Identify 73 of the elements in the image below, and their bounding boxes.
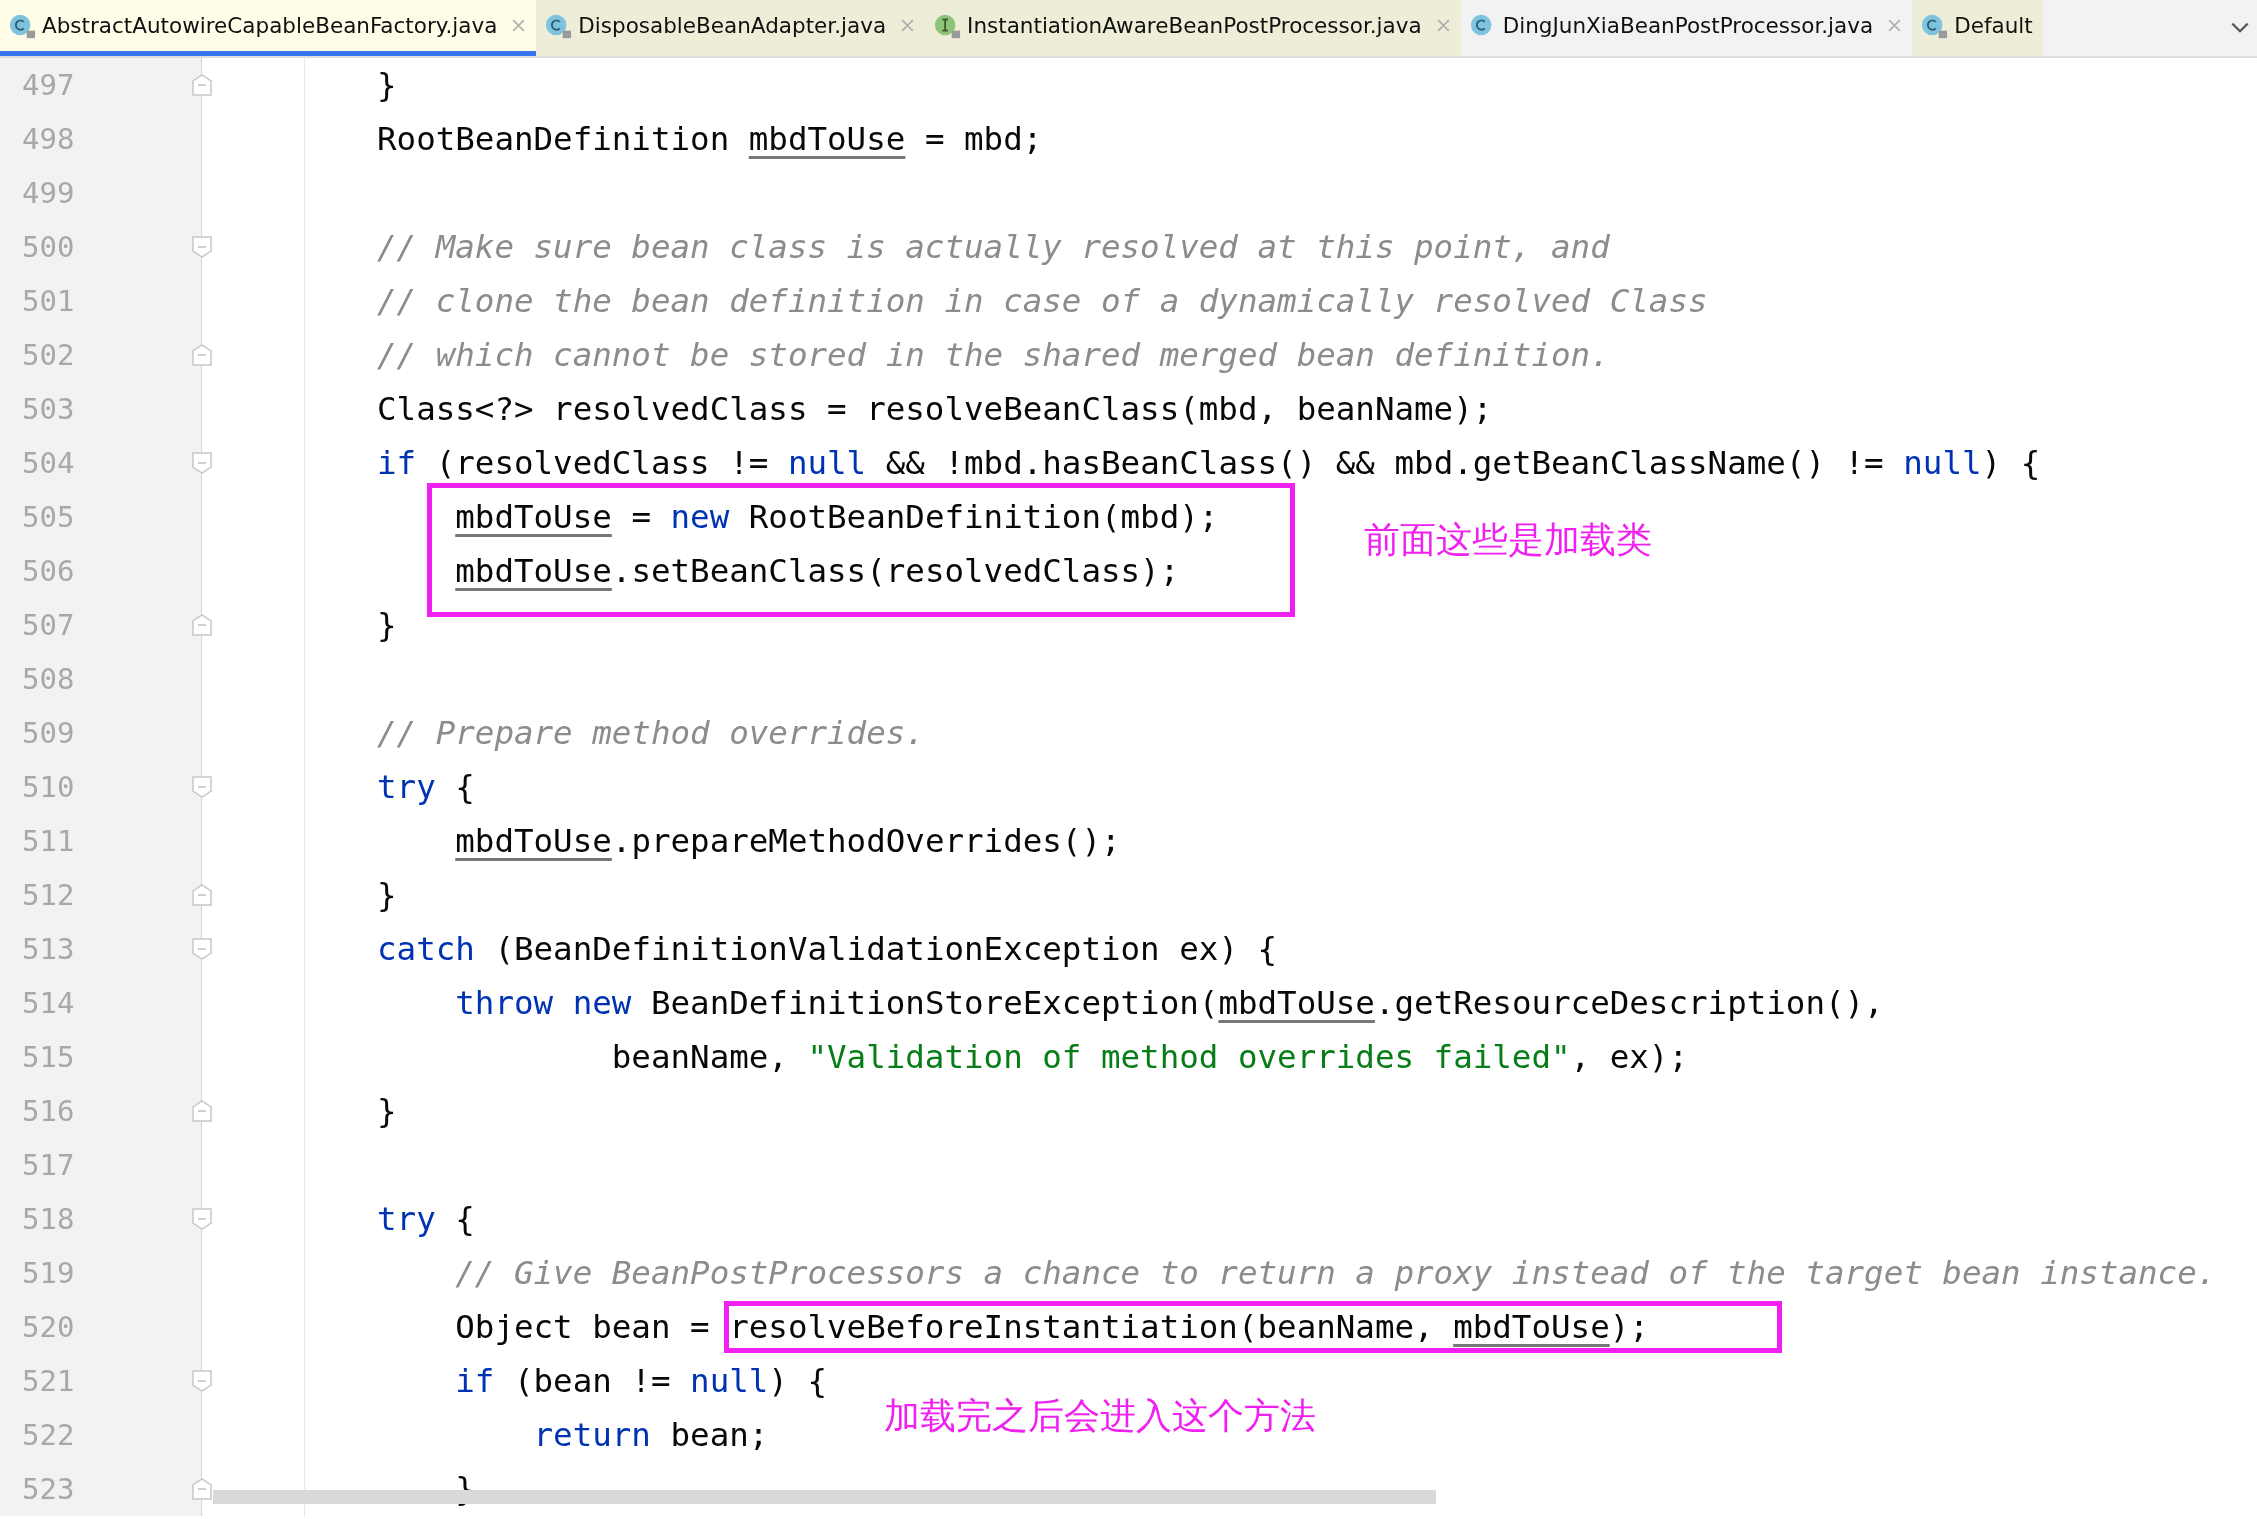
line-number: 510	[21, 770, 75, 804]
close-icon[interactable]	[1435, 18, 1451, 33]
close-icon[interactable]	[900, 18, 916, 33]
editor-tab[interactable]: AbstractAutowireCapableBeanFactory.java	[0, 0, 537, 56]
line-number: 523	[21, 1472, 75, 1506]
line-number: 499	[21, 176, 75, 210]
code-line: mbdToUse = new RootBeanDefinition(mbd);	[455, 498, 1219, 536]
fold-icon[interactable]	[191, 613, 213, 637]
line-number: 506	[21, 554, 75, 588]
code-line: return bean;	[533, 1416, 769, 1454]
fold-icon[interactable]	[191, 1099, 213, 1123]
code-line: Class<?> resolvedClass = resolveBeanClass(mbd, beanName);	[377, 390, 1493, 428]
fold-icon[interactable]	[191, 1207, 213, 1231]
line-number: 517	[21, 1148, 75, 1182]
line-number: 512	[21, 878, 75, 912]
code-line: try {	[377, 768, 475, 806]
line-number: 511	[21, 824, 75, 858]
line-number: 518	[21, 1202, 75, 1236]
line-number: 509	[21, 716, 75, 750]
fold-icon[interactable]	[191, 775, 213, 799]
code-line: throw new BeanDefinitionStoreException(mbdToUse.getResourceDescription(),	[455, 984, 1884, 1022]
line-number: 519	[21, 1256, 75, 1290]
line-number: 513	[21, 932, 75, 966]
line-number: 504	[21, 446, 75, 480]
line-number: 516	[21, 1094, 75, 1128]
close-icon[interactable]	[1887, 18, 1903, 33]
fold-icon[interactable]	[191, 235, 213, 259]
line-number: 520	[21, 1310, 75, 1344]
code-line: }	[377, 66, 397, 104]
fold-icon[interactable]	[191, 73, 213, 97]
line-number: 497	[21, 68, 75, 102]
editor-tab[interactable]: Default	[1912, 0, 2043, 56]
line-number: 502	[21, 338, 75, 372]
editor-tab[interactable]: DisposableBeanAdapter.java	[536, 0, 926, 56]
line-number: 498	[21, 122, 75, 156]
line-number: 507	[21, 608, 75, 642]
line-number: 515	[21, 1040, 75, 1074]
code-line: mbdToUse.setBeanClass(resolvedClass);	[455, 552, 1180, 590]
line-number: 501	[21, 284, 75, 318]
line-number: 505	[21, 500, 75, 534]
code-line: }	[377, 876, 397, 914]
code-line: mbdToUse.prepareMethodOverrides();	[455, 822, 1121, 860]
fold-icon[interactable]	[191, 1369, 213, 1393]
highlighted-code: resolveBeforeInstantiation(beanName, mbdToUse);	[724, 1301, 1782, 1353]
line-number: 503	[21, 392, 75, 426]
line-number: 521	[21, 1364, 75, 1398]
code-line: if (resolvedClass != null && !mbd.hasBeanClass() && mbd.getBeanClassName() != null) {	[377, 444, 2041, 482]
code-line: RootBeanDefinition mbdToUse = mbd;	[377, 120, 1043, 158]
annotation-note: 前面这些是加载类	[1364, 518, 1652, 562]
editor-tab[interactable]: InstantiationAwareBeanPostProcessor.java	[925, 0, 1461, 56]
fold-icon[interactable]	[191, 451, 213, 475]
code-line: // which cannot be stored in the shared merged bean definition.	[377, 336, 1610, 374]
annotation-note: 加载完之后会进入这个方法	[884, 1394, 1316, 1438]
code-line: beanName, "Validation of method overrides failed", ex);	[611, 1038, 1688, 1076]
code-line: // Make sure bean class is actually resolved at this point, and	[377, 228, 1610, 266]
code-line: // Prepare method overrides.	[377, 714, 925, 752]
code-line: // clone the bean definition in case of a dynamically resolved Class	[377, 282, 1708, 320]
line-number: 522	[21, 1418, 75, 1452]
code-line: catch (BeanDefinitionValidationException ex) {	[377, 930, 1278, 968]
line-number: 514	[21, 986, 75, 1020]
close-icon[interactable]	[511, 18, 527, 33]
line-number: 500	[21, 230, 75, 264]
code-line: if (bean != null) {	[455, 1362, 828, 1400]
code-line: // Give BeanPostProcessors a chance to return a proxy instead of the target bean instance.	[455, 1254, 2217, 1292]
fold-icon[interactable]	[191, 343, 213, 367]
code-line: Object bean =	[455, 1308, 711, 1346]
code-line: try {	[377, 1200, 475, 1238]
line-number: 508	[21, 662, 75, 696]
code-line: }	[377, 606, 397, 644]
code-line: }	[377, 1092, 397, 1130]
fold-icon[interactable]	[191, 1477, 213, 1501]
fold-icon[interactable]	[191, 937, 213, 961]
fold-icon[interactable]	[191, 883, 213, 907]
